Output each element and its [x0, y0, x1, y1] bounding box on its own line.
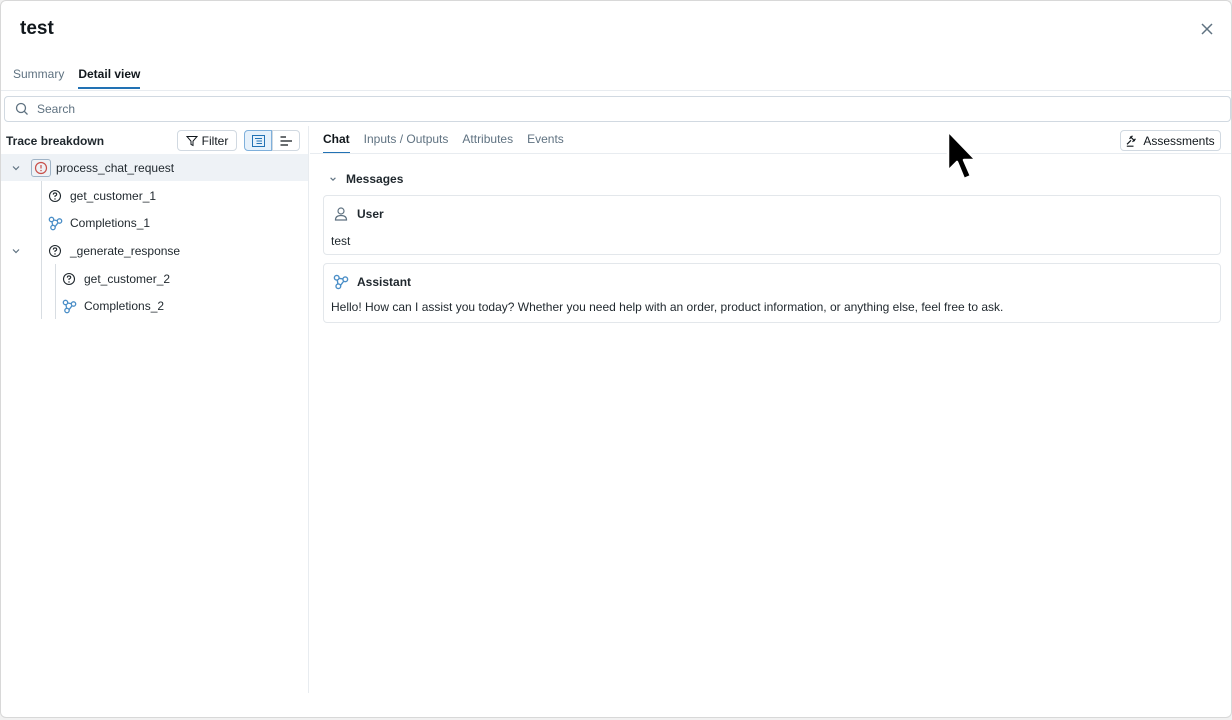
filter-icon [185, 135, 198, 146]
chevron-down-icon[interactable] [11, 163, 21, 173]
trace-item-label: Completions_2 [84, 298, 165, 313]
assessments-button[interactable]: Assessments [1120, 130, 1221, 151]
search-icon [15, 102, 28, 115]
trace-modal: test Summary Detail view Trace breakdown… [0, 0, 1232, 718]
trace-item-get-customer-1[interactable]: get_customer_1 [1, 182, 308, 209]
list-tree-icon [251, 134, 265, 147]
trace-item-completions-2[interactable]: Completions_2 [1, 292, 308, 319]
tab-events[interactable]: Events [527, 132, 564, 154]
detail-tab-divider [310, 153, 1231, 154]
tab-summary[interactable]: Summary [13, 67, 64, 89]
message-role: User [333, 206, 384, 222]
message-content: test [331, 234, 351, 248]
message-content: Hello! How can I assist you today? Wheth… [331, 300, 1004, 314]
filter-button[interactable]: Filter [177, 130, 237, 151]
trace-item-completions-1[interactable]: Completions_1 [1, 209, 308, 236]
trace-item-label: Completions_1 [70, 215, 151, 230]
trace-item-label: get_customer_2 [84, 271, 171, 286]
llm-model-icon [46, 214, 64, 232]
view-tabs: Summary Detail view [13, 67, 141, 89]
detail-tabs: Chat Inputs / Outputs Attributes Events [323, 132, 564, 154]
question-circle-icon [60, 270, 78, 288]
messages-section-toggle[interactable]: Messages [329, 172, 403, 186]
assessments-label: Assessments [1143, 133, 1215, 148]
message-role: Assistant [333, 274, 411, 290]
timeline-view-toggle[interactable] [272, 130, 300, 151]
tab-detail-view[interactable]: Detail view [78, 67, 141, 89]
message-role-label: User [357, 207, 384, 221]
tab-attributes[interactable]: Attributes [462, 132, 513, 154]
trace-breakdown-title: Trace breakdown [6, 134, 105, 148]
mouse-cursor-icon [946, 129, 978, 181]
trace-item-label: _generate_response [70, 243, 181, 258]
messages-header: Messages [346, 172, 404, 186]
message-role-label: Assistant [357, 275, 412, 289]
trace-breakdown-pane: Trace breakdown Filter process_chat_requ… [1, 126, 309, 693]
warning-circle-icon [31, 159, 51, 177]
span-detail-pane: Chat Inputs / Outputs Attributes Events … [310, 126, 1231, 693]
user-icon [334, 207, 348, 221]
trace-item-generate-response[interactable]: _generate_response [1, 237, 308, 264]
question-circle-icon [46, 187, 64, 205]
question-circle-icon [46, 242, 64, 260]
trace-item-process-chat-request[interactable]: process_chat_request [1, 154, 308, 181]
trace-item-label: get_customer_1 [70, 188, 157, 203]
message-card-user: User test [323, 195, 1221, 255]
timeline-icon [280, 135, 292, 146]
tab-chat[interactable]: Chat [323, 132, 350, 154]
trace-item-label: process_chat_request [56, 160, 175, 175]
tab-divider [1, 90, 1231, 91]
modal-title: test [20, 18, 54, 39]
search-bar[interactable] [4, 96, 1231, 122]
close-icon[interactable] [1199, 21, 1215, 37]
tab-inputs-outputs[interactable]: Inputs / Outputs [364, 132, 449, 154]
chevron-down-icon [330, 177, 336, 181]
gavel-icon [1126, 134, 1137, 147]
filter-label: Filter [201, 133, 229, 148]
message-card-assistant: Assistant Hello! How can I assist you to… [323, 263, 1221, 323]
trace-item-get-customer-2[interactable]: get_customer_2 [1, 265, 308, 292]
tree-view-toggle[interactable] [244, 130, 272, 151]
search-input[interactable] [37, 102, 1187, 116]
llm-model-icon [333, 274, 349, 290]
chevron-down-icon[interactable] [11, 246, 21, 256]
llm-model-icon [60, 297, 78, 315]
